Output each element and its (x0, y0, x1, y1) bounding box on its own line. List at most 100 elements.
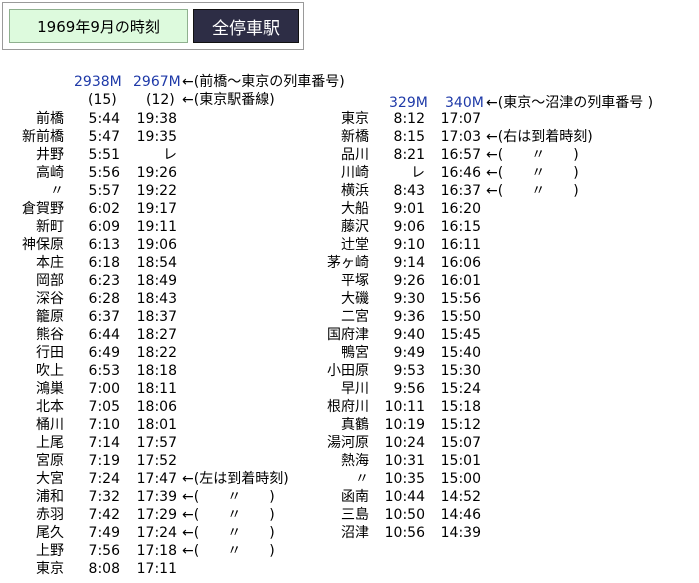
tab-1969-september-times[interactable]: 1969年9月の時刻 (9, 9, 188, 43)
left-train2-time: 19:22 (136, 183, 177, 199)
left-train2-time: 18:06 (136, 399, 177, 415)
left-station-name: 神保原 (22, 237, 64, 253)
right-train1-time: 10:24 (384, 435, 425, 451)
left-train1-time: 7:24 (88, 471, 120, 487)
left-train1-time: 7:42 (88, 507, 120, 523)
left-train1-time: 6:49 (88, 345, 120, 361)
right-station-name: 早川 (341, 381, 369, 397)
left-train2-time: 18:11 (136, 381, 177, 397)
right-station-name: 沼津 (341, 525, 369, 541)
left-row-note (182, 344, 289, 362)
right-train1-time: 10:56 (384, 525, 425, 541)
right-train1-time: 10:35 (384, 471, 425, 487)
right-train2-time: 15:24 (440, 381, 481, 397)
right-row-note (486, 290, 593, 308)
left-train2-time: 17:11 (136, 561, 177, 577)
left-train2-time: 17:24 (136, 525, 177, 541)
left-train2-time: 19:35 (136, 129, 177, 145)
right-train2-time: 16:06 (440, 255, 481, 271)
right-train2-time: 15:45 (440, 327, 481, 343)
left-row-note (182, 146, 289, 164)
right-train1-time: 9:06 (393, 219, 425, 235)
left-train2-time: レ (163, 147, 177, 163)
right-row-note (486, 254, 593, 272)
right-station-name: 〃 (355, 471, 369, 487)
left-train1-time: 6:09 (88, 219, 120, 235)
left-station-name: 新町 (36, 219, 64, 235)
right-station-name: 新橋 (341, 129, 369, 145)
right-station-name: 国府津 (327, 327, 369, 343)
left-row-note (182, 326, 289, 344)
left-train1-time: 6:18 (88, 255, 120, 271)
right-row-note (486, 434, 593, 452)
left-row-note (182, 218, 289, 236)
left-train1-time: 5:57 (88, 183, 120, 199)
right-station-name: 大磯 (341, 291, 369, 307)
right-train1-time: 10:11 (384, 399, 425, 415)
left-station-name: 上尾 (36, 435, 64, 451)
right-station-name: 鴨宮 (341, 345, 369, 361)
left-train2-time: 19:17 (136, 201, 177, 217)
left-row-note: ←( 〃 ) (182, 489, 275, 505)
right-row-note (486, 344, 593, 362)
right-station-column: 東京 新橋 品川 川崎 横浜 大船 藤沢 辻堂 茅ヶ崎 平塚 大磯 二宮 国府津 鴨宮 小田原 早川 根府川 真鶴… (300, 110, 369, 542)
left-station-name: 高崎 (36, 165, 64, 181)
right-train2-time: 16:37 (440, 183, 481, 199)
left-row-note (182, 398, 289, 416)
left-train2-time: 18:54 (136, 255, 177, 271)
left-train1-time: 8:08 (88, 561, 120, 577)
left-row-note: ←( 〃 ) (182, 543, 275, 559)
left-train2-time: 18:01 (136, 417, 177, 433)
right-row-note (486, 110, 593, 128)
tab-all-stations[interactable]: 全停車駅 (193, 9, 299, 43)
right-station-name: 茅ヶ崎 (327, 255, 369, 271)
left-train-number-1: 2938M (74, 74, 122, 90)
right-station-name: 小田原 (327, 363, 369, 379)
left-train2-times: 19:38 19:35 レ 19:26 19:22 19:17 19:11 19:06 18:5… (120, 110, 177, 578)
right-train2-time: 15:40 (440, 345, 481, 361)
left-row-note (182, 362, 289, 380)
left-train1-times: 5:44 5:47 5:51 5:56 5:57 6:02 6:09 6:13 6:18 6:23… (64, 110, 120, 578)
right-train2-time: 14:39 (440, 525, 481, 541)
left-station-name: 北本 (36, 399, 64, 415)
right-train2-time: 15:56 (440, 291, 481, 307)
left-train1-time: 6:28 (88, 291, 120, 307)
right-station-name: 東京 (341, 111, 369, 127)
left-train1-time: 5:56 (88, 165, 120, 181)
right-station-name: 二宮 (341, 309, 369, 325)
right-train2-time: 17:07 (440, 111, 481, 127)
left-row-note (182, 254, 289, 272)
right-row-note (486, 236, 593, 254)
left-train2-time: 19:06 (136, 237, 177, 253)
left-row-note (182, 560, 289, 578)
right-train2-time: 14:52 (440, 489, 481, 505)
left-station-name: 熊谷 (36, 327, 64, 343)
left-train1-time: 5:51 (88, 147, 120, 163)
right-train2-time: 15:01 (440, 453, 481, 469)
left-station-name: 籠原 (36, 309, 64, 325)
left-row-note (182, 434, 289, 452)
right-train1-time: 8:21 (393, 147, 425, 163)
right-train1-time: 9:40 (393, 327, 425, 343)
left-row-note (182, 272, 289, 290)
left-train1-time: 7:56 (88, 543, 120, 559)
left-platform-note: ←(東京駅番線) (182, 92, 275, 108)
left-station-name: 東京 (36, 561, 64, 577)
right-train2-time: 16:57 (440, 147, 481, 163)
right-row-note (486, 452, 593, 470)
right-train1-time: 8:12 (393, 111, 425, 127)
right-row-note (486, 524, 593, 542)
left-row-note (182, 182, 289, 200)
left-station-name: 井野 (36, 147, 64, 163)
left-train1-time: 7:14 (88, 435, 120, 451)
right-station-name: 函南 (341, 489, 369, 505)
right-train1-time: 9:53 (393, 363, 425, 379)
left-row-note: ←( 〃 ) (182, 507, 275, 523)
right-train1-time: 9:01 (393, 201, 425, 217)
right-train1-time: レ (411, 165, 425, 181)
right-station-name: 平塚 (341, 273, 369, 289)
left-station-name: 岡部 (36, 273, 64, 289)
left-row-note: ←(左は到着時刻) (182, 471, 289, 487)
right-row-note: ←( 〃 ) (486, 183, 579, 199)
left-station-name: 上野 (36, 543, 64, 559)
